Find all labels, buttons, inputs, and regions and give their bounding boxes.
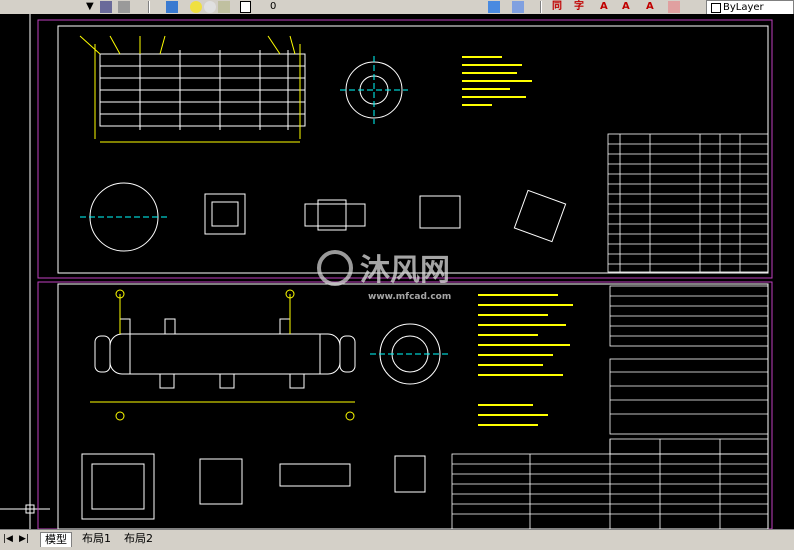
layer-manager-icon[interactable]	[100, 1, 112, 13]
color-swatch-icon[interactable]	[240, 1, 251, 13]
lock-icon[interactable]	[218, 1, 230, 13]
text-font-icon[interactable]: 字	[574, 0, 584, 14]
sheet-top	[37, 19, 773, 279]
layer-value: 0	[270, 1, 277, 12]
text-spell-icon[interactable]	[668, 1, 680, 13]
first-tab-icon[interactable]: |◀	[2, 532, 14, 546]
layers-stack-icon[interactable]	[166, 1, 178, 13]
layer-previous-icon[interactable]	[488, 1, 500, 13]
sheet-bottom	[37, 281, 773, 530]
text-scale-icon[interactable]: A	[646, 0, 654, 14]
last-tab-icon[interactable]: ▶|	[18, 532, 30, 546]
cad-drawing: 沐风网 www.mfcad.com	[0, 14, 773, 530]
text-edit-icon[interactable]: A	[600, 0, 608, 14]
toolbar: ▼ 0 同 字 A A A ByLayer	[0, 0, 794, 15]
text-style-icon[interactable]: 同	[552, 0, 562, 14]
linetype-swatch-icon	[711, 3, 721, 13]
layer-state-icon[interactable]	[512, 1, 524, 13]
dropdown-arrow-icon[interactable]: ▼	[86, 0, 94, 14]
text-align-icon[interactable]: A	[622, 0, 630, 14]
linetype-dropdown[interactable]: ByLayer	[706, 0, 794, 15]
watermark: 沐风网 www.mfcad.com	[317, 250, 451, 302]
separator	[540, 1, 542, 13]
lightbulb-icon[interactable]	[190, 1, 202, 13]
tab-model[interactable]: 模型	[40, 532, 72, 547]
snap-icon[interactable]	[118, 1, 130, 13]
layout-tab-bar: |◀ ▶| 模型 布局1 布局2	[0, 529, 794, 550]
linetype-value: ByLayer	[723, 2, 764, 13]
tab-layout2[interactable]: 布局2	[120, 532, 157, 546]
drawing-canvas[interactable]: 沐风网 www.mfcad.com	[0, 14, 794, 530]
tab-layout1[interactable]: 布局1	[78, 532, 115, 546]
watermark-text: 沐风网	[360, 253, 450, 288]
watermark-url: www.mfcad.com	[368, 292, 451, 302]
layer-dropdown[interactable]: 0	[268, 1, 478, 12]
separator	[148, 1, 150, 13]
sun-icon[interactable]	[204, 1, 216, 13]
